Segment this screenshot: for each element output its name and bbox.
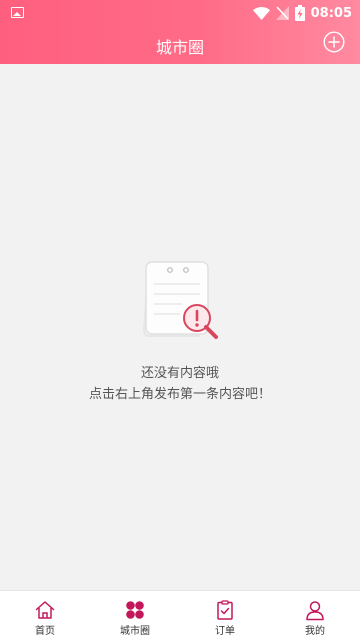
top-header: 08:05 城市圈 bbox=[0, 0, 360, 64]
empty-hint: 点击右上角发布第一条内容吧！ bbox=[88, 387, 271, 402]
user-icon bbox=[306, 601, 324, 621]
home-icon bbox=[35, 601, 55, 619]
wifi-icon bbox=[252, 6, 270, 20]
grid-icon bbox=[126, 601, 144, 619]
tab-home[interactable]: 首页 bbox=[0, 591, 90, 640]
empty-state: 还没有内容哦 点击右上角发布第一条内容吧！ bbox=[0, 258, 360, 402]
empty-message: 还没有内容哦 bbox=[140, 366, 219, 381]
add-circle-icon[interactable] bbox=[323, 31, 345, 53]
app-bar: 城市圈 bbox=[0, 26, 360, 64]
tab-mine-label: 我的 bbox=[305, 626, 325, 637]
clipboard-icon bbox=[217, 600, 233, 620]
tab-orders-label: 订单 bbox=[215, 626, 235, 637]
page-title: 城市圈 bbox=[155, 38, 204, 57]
image-icon bbox=[11, 7, 24, 18]
tab-mine[interactable]: 我的 bbox=[270, 591, 360, 640]
tab-orders[interactable]: 订单 bbox=[180, 591, 270, 640]
bottom-tab-bar: 首页 城市圈 订单 我的 bbox=[0, 590, 360, 640]
battery-charging-icon bbox=[294, 5, 305, 21]
tab-city-circle-label: 城市圈 bbox=[120, 626, 150, 637]
clock: 08:05 bbox=[310, 5, 352, 21]
tab-home-label: 首页 bbox=[35, 626, 55, 637]
document-search-icon bbox=[142, 261, 218, 339]
tab-city-circle[interactable]: 城市圈 bbox=[90, 591, 180, 640]
no-signal-icon bbox=[275, 6, 289, 20]
status-bar: 08:05 bbox=[0, 0, 360, 26]
